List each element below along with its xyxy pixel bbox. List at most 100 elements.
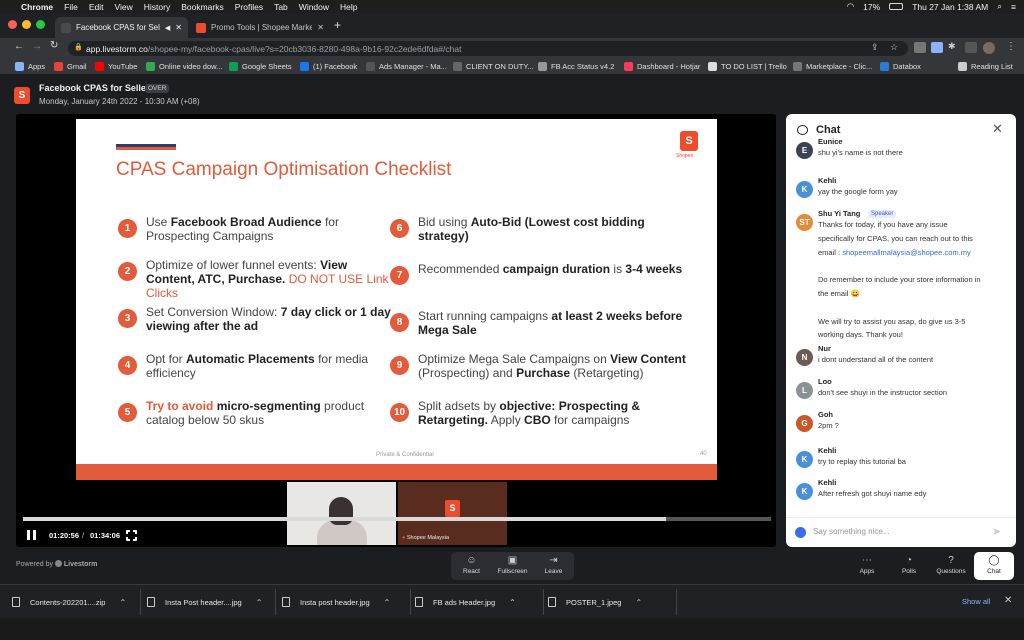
close-window-icon[interactable]: [8, 20, 17, 29]
battery-percent[interactable]: 17%: [863, 2, 880, 12]
wifi-icon[interactable]: ◠: [847, 1, 854, 12]
clock[interactable]: Thu 27 Jan 1:38 AM: [912, 2, 988, 12]
chat-input[interactable]: Say something nice... ➤: [786, 517, 1016, 547]
menu-item-view[interactable]: View: [114, 2, 132, 12]
close-icon[interactable]: ✕: [992, 121, 1003, 137]
tab-close-icon[interactable]: ✕: [175, 23, 182, 32]
extension-icon[interactable]: [965, 42, 977, 53]
tab-promo-tools[interactable]: Promo Tools | Shopee Marketplace ✕: [190, 17, 330, 38]
reload-icon[interactable]: ↻: [50, 40, 58, 51]
tab-facebook-cpas[interactable]: Facebook CPAS for Sellers ◀ ✕: [55, 17, 188, 38]
chevron-up-icon[interactable]: ⌃: [384, 598, 391, 607]
back-icon[interactable]: ←: [14, 41, 24, 52]
chat-author: Nur: [818, 344, 831, 353]
chevron-up-icon[interactable]: ⌃: [509, 598, 516, 607]
fullscreen-button[interactable]: ▣ Fullscreen: [492, 552, 533, 580]
more-menu-icon[interactable]: ⋮: [1006, 41, 1016, 52]
control-center-icon[interactable]: ≡: [1011, 2, 1016, 12]
emoji-icon[interactable]: [795, 527, 806, 538]
avatar[interactable]: K: [796, 451, 813, 468]
spotlight-icon[interactable]: ⌕: [997, 1, 1002, 12]
extension-icon[interactable]: [914, 42, 926, 53]
avatar[interactable]: G: [796, 415, 813, 432]
download-item[interactable]: Contents-202201....zip ⌃: [12, 585, 126, 619]
minimize-window-icon[interactable]: [22, 20, 31, 29]
forward-icon[interactable]: →: [32, 41, 42, 52]
menu-item-history[interactable]: History: [144, 2, 170, 12]
event-date: Monday, January 24th 2022 - 10:30 AM (+0…: [39, 97, 200, 106]
checklist-item: Start running campaigns at least 2 weeks…: [418, 309, 683, 337]
slide-bottom-bar: [76, 464, 717, 480]
bookmark-label: YouTube: [108, 61, 138, 71]
leave-button[interactable]: ⇥ Leave: [533, 552, 574, 580]
share-icon[interactable]: ⇪: [871, 42, 879, 53]
bookmark-item[interactable]: Marketplace - Clic...: [793, 60, 872, 72]
fullscreen-icon[interactable]: [125, 529, 138, 542]
slide-footer: Private & Confidential: [376, 452, 434, 458]
apps-button[interactable]: ⋯ Apps: [847, 552, 887, 580]
download-item[interactable]: Insta post header.jpg ⌃: [282, 585, 390, 619]
bookmark-item[interactable]: FB Acc Status v4.2: [538, 60, 614, 72]
questions-button[interactable]: ? Questions: [931, 552, 971, 580]
url-field[interactable]: 🔒 app.livestorm.co/shopee-my/facebook-cp…: [68, 41, 908, 56]
chevron-up-icon[interactable]: ⌃: [635, 598, 642, 607]
bookmark-item[interactable]: Gmail: [54, 60, 87, 72]
extension-icon[interactable]: [931, 42, 943, 53]
avatar[interactable]: K: [796, 181, 813, 198]
menu-item-bookmarks[interactable]: Bookmarks: [181, 2, 224, 12]
tab-close-icon[interactable]: ✕: [317, 23, 324, 32]
powered-by[interactable]: Powered by Livestorm: [16, 560, 97, 568]
bookmark-favicon-icon: [95, 61, 104, 71]
menu-item-help[interactable]: Help: [340, 2, 357, 12]
menu-item-tab[interactable]: Tab: [274, 2, 288, 12]
menu-item-edit[interactable]: Edit: [89, 2, 104, 12]
bookmark-item[interactable]: (1) Facebook: [300, 60, 357, 72]
polls-button[interactable]: ◔ Polls: [889, 552, 929, 580]
avatar[interactable]: ST: [796, 214, 813, 231]
avatar[interactable]: N: [796, 349, 813, 366]
bookmark-item[interactable]: Online video dow...: [146, 60, 222, 72]
send-icon[interactable]: ➤: [992, 525, 1001, 538]
email-link[interactable]: shopeemallmalaysia@shopee.com.my: [842, 248, 971, 257]
menu-item-profiles[interactable]: Profiles: [235, 2, 263, 12]
pause-button[interactable]: [27, 530, 37, 540]
avatar[interactable]: [983, 42, 995, 54]
bookmark-item[interactable]: CLIENT ON DUTY...: [453, 60, 534, 72]
bookmark-favicon-icon: [793, 61, 802, 71]
bookmark-item[interactable]: Databox: [880, 60, 921, 72]
slide-title: CPAS Campaign Optimisation Checklist: [116, 159, 452, 180]
download-item[interactable]: Insta Post header....jpg ⌃: [147, 585, 262, 619]
menu-item-file[interactable]: File: [64, 2, 78, 12]
chevron-up-icon[interactable]: ⌃: [256, 598, 263, 607]
download-item[interactable]: FB ads Header.jpg ⌃: [415, 585, 516, 619]
bookmark-item[interactable]: Dashboard - Hotjar: [624, 60, 700, 72]
chevron-up-icon[interactable]: ⌃: [119, 598, 126, 607]
bookmark-item[interactable]: Reading List: [958, 60, 1013, 72]
chat-author: Shu Yi Tang: [818, 209, 861, 218]
bookmark-item[interactable]: Ads Manager - Ma...: [366, 60, 447, 72]
bookmark-item[interactable]: YouTube: [95, 60, 137, 72]
presenter-webcam-thumbnail[interactable]: [287, 482, 396, 545]
puzzle-icon[interactable]: ✱: [948, 41, 956, 52]
progress-bar[interactable]: [23, 517, 771, 521]
react-button[interactable]: ☺ React: [451, 552, 492, 580]
chat-input-placeholder[interactable]: Say something nice...: [813, 527, 889, 536]
download-item[interactable]: POSTER_1.jpeg ⌃: [548, 585, 642, 619]
menu-item-window[interactable]: Window: [299, 2, 329, 12]
audio-icon[interactable]: ◀: [165, 24, 170, 32]
avatar[interactable]: L: [796, 382, 813, 399]
zoom-window-icon[interactable]: [36, 20, 45, 29]
new-tab-button[interactable]: +: [334, 18, 341, 32]
show-all-link[interactable]: Show all: [962, 597, 990, 606]
bookmark-item[interactable]: Google Sheets: [229, 60, 292, 72]
avatar[interactable]: E: [796, 142, 813, 159]
menu-item-chrome[interactable]: Chrome: [21, 2, 53, 12]
bookmark-item[interactable]: Apps: [15, 60, 45, 72]
close-icon[interactable]: ✕: [1004, 595, 1012, 606]
chat-button[interactable]: ◯ Chat: [974, 552, 1014, 580]
bookmark-star-icon[interactable]: ☆: [890, 42, 898, 53]
avatar[interactable]: K: [796, 483, 813, 500]
bookmark-item[interactable]: TO DO LIST | Trello: [708, 60, 787, 72]
video-stage[interactable]: CPAS Campaign Optimisation Checklist S S…: [16, 114, 776, 547]
screen-share-thumbnail[interactable]: S ● Shopee Malaysia: [398, 482, 507, 545]
